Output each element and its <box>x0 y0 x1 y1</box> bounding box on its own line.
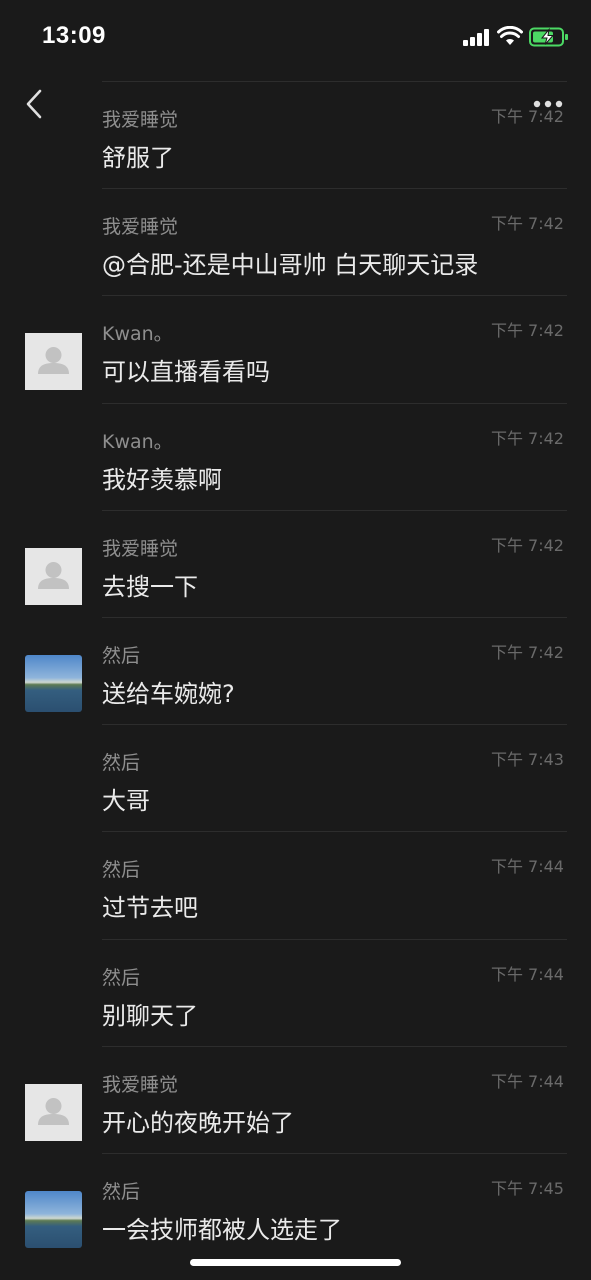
wifi-icon <box>497 26 523 45</box>
message-item[interactable]: 我爱睡觉 下午 7:42 去搜一下 <box>0 509 591 617</box>
message-text: 一会技师都被人选走了 <box>102 1215 342 1244</box>
message-text: @合肥-还是中山哥帅 白天聊天记录 <box>102 251 479 280</box>
message-text: 我好羡慕啊 <box>102 465 222 494</box>
avatar[interactable] <box>25 1190 82 1248</box>
chat-history-screen: 13:09 我爱睡觉 下午 7:42 舒服了 我爱睡觉 下午 7:42 @合肥-… <box>0 0 591 1280</box>
avatar[interactable] <box>25 1083 82 1141</box>
default-avatar-icon <box>38 1097 69 1125</box>
message-text: 舒服了 <box>102 144 174 172</box>
message-time: 下午 7:42 <box>490 428 564 448</box>
message-divider <box>102 295 567 297</box>
home-indicator[interactable] <box>190 1259 401 1266</box>
default-avatar-icon <box>38 561 69 589</box>
avatar[interactable] <box>25 547 82 605</box>
message-time: 下午 7:43 <box>490 750 564 770</box>
message-divider <box>102 509 567 511</box>
message-divider <box>102 188 567 190</box>
message-divider <box>102 616 567 618</box>
message-divider <box>102 81 567 82</box>
message-list: 我爱睡觉 下午 7:42 舒服了 我爱睡觉 下午 7:42 @合肥-还是中山哥帅 白天聊天… <box>0 81 591 1260</box>
avatar[interactable] <box>25 333 82 391</box>
message-divider <box>102 724 567 726</box>
sender-name: 然后 <box>102 859 141 882</box>
message-time: 下午 7:44 <box>490 857 564 877</box>
message-divider <box>102 831 567 833</box>
message-item[interactable]: 我爱睡觉 下午 7:44 开心的夜晚开始了 <box>0 1045 591 1153</box>
message-item[interactable]: 我爱睡觉 下午 7:42 @合肥-还是中山哥帅 白天聊天记录 <box>0 188 591 295</box>
message-text: 开心的夜晚开始了 <box>102 1108 294 1137</box>
message-item[interactable]: 然后 下午 7:44 别聊天了 <box>0 938 591 1046</box>
message-time: 下午 7:42 <box>490 535 564 555</box>
message-text: 别聊天了 <box>102 1001 198 1030</box>
message-item[interactable]: 然后 下午 7:44 过节去吧 <box>0 831 591 938</box>
sender-name: 我爱睡觉 <box>102 1073 179 1096</box>
sender-name: 然后 <box>102 752 141 775</box>
message-item[interactable]: Kwan。 下午 7:42 我好羡慕啊 <box>0 402 591 510</box>
battery-charging-icon <box>529 27 568 47</box>
message-time: 下午 7:42 <box>490 642 564 662</box>
message-divider <box>102 402 567 404</box>
message-time: 下午 7:45 <box>490 1178 564 1198</box>
sender-name: 我爱睡觉 <box>102 109 179 131</box>
sender-name: 我爱睡觉 <box>102 537 179 560</box>
message-item[interactable]: 然后 下午 7:45 一会技师都被人选走了 <box>0 1152 591 1260</box>
message-time: 下午 7:44 <box>490 1071 564 1091</box>
message-item[interactable]: 我爱睡觉 下午 7:42 舒服了 <box>0 81 591 188</box>
message-text: 大哥 <box>102 787 150 816</box>
message-time: 下午 7:42 <box>490 321 564 341</box>
signal-icon <box>463 28 489 46</box>
message-time: 下午 7:44 <box>490 964 564 984</box>
message-time: 下午 7:42 <box>490 107 564 126</box>
message-time: 下午 7:42 <box>490 214 564 234</box>
message-text: 可以直播看看吗 <box>102 358 270 387</box>
sender-name: 然后 <box>102 644 141 667</box>
message-item[interactable]: 然后 下午 7:42 送给车婉婉? <box>0 616 591 724</box>
sender-name: 然后 <box>102 966 141 989</box>
message-item[interactable]: Kwan。 下午 7:42 可以直播看看吗 <box>0 295 591 402</box>
message-text: 过节去吧 <box>102 894 198 923</box>
status-time: 13:09 <box>42 22 106 49</box>
default-avatar-icon <box>38 347 69 375</box>
message-divider <box>102 1045 567 1047</box>
avatar[interactable] <box>25 654 82 712</box>
message-text: 去搜一下 <box>102 572 198 601</box>
status-bar: 13:09 <box>0 0 591 72</box>
sender-name: Kwan。 <box>102 323 173 346</box>
sender-name: Kwan。 <box>102 430 173 453</box>
sender-name: 我爱睡觉 <box>102 216 179 239</box>
message-item[interactable]: 然后 下午 7:43 大哥 <box>0 724 591 831</box>
sender-name: 然后 <box>102 1180 141 1203</box>
message-text: 送给车婉婉? <box>102 679 235 708</box>
message-divider <box>102 1152 567 1154</box>
message-divider <box>102 938 567 940</box>
